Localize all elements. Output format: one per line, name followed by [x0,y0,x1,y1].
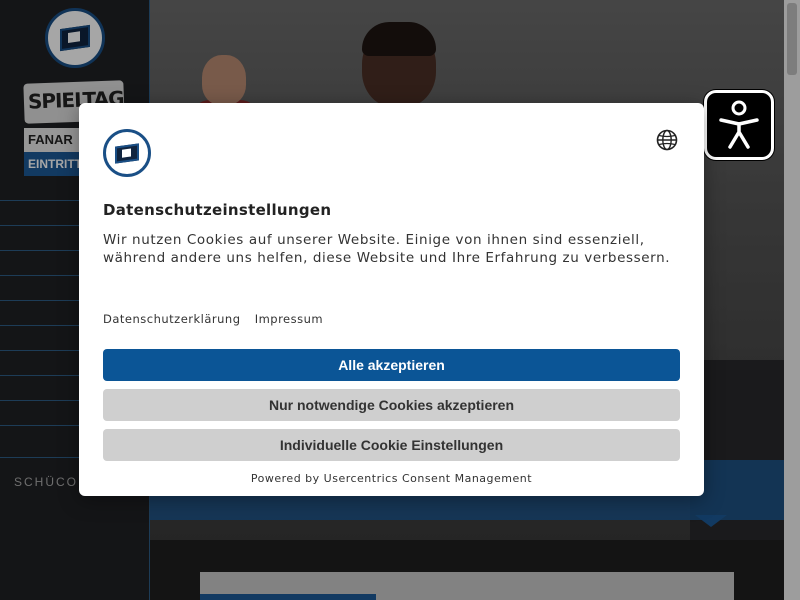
consent-dialog: Datenschutzeinstellungen Wir nutzen Cook… [79,103,704,496]
imprint-link[interactable]: Impressum [255,312,323,326]
globe-icon[interactable] [655,128,679,152]
accessibility-icon [719,100,759,149]
club-logo [103,129,151,177]
accessibility-button[interactable] [704,90,774,160]
powered-by-text: Powered by Usercentrics Consent Manageme… [250,472,533,485]
privacy-policy-link[interactable]: Datenschutzerklärung [103,312,241,326]
accept-necessary-button[interactable]: Nur notwendige Cookies akzeptieren [103,389,680,421]
consent-title: Datenschutzeinstellungen [103,201,332,219]
individual-settings-button[interactable]: Individuelle Cookie Einstellungen [103,429,680,461]
consent-description: Wir nutzen Cookies auf unserer Website. … [103,232,671,266]
consent-links: Datenschutzerklärung Impressum [103,312,333,326]
accept-all-button[interactable]: Alle akzeptieren [103,349,680,381]
